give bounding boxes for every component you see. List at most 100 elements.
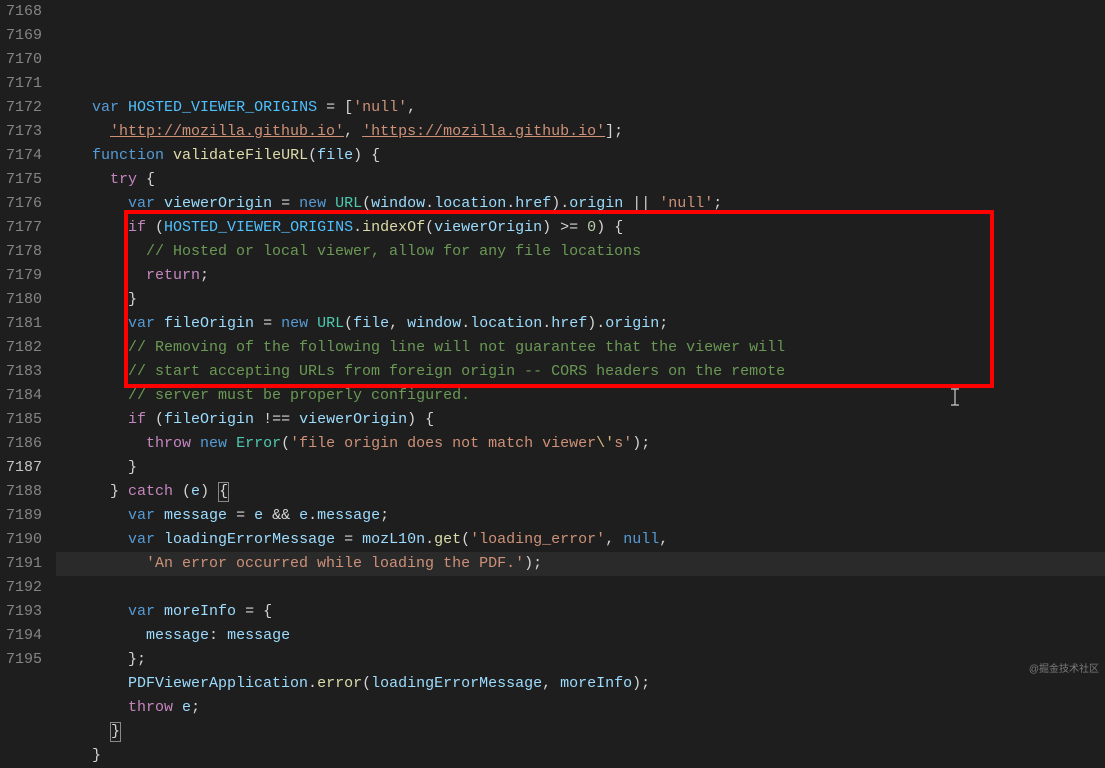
token (56, 723, 110, 740)
token: 'An error occurred while loading the PDF… (146, 555, 524, 572)
token: new (299, 195, 326, 212)
token: var (128, 603, 155, 620)
code-line[interactable]: var loadingErrorMessage = mozL10n.get('l… (56, 528, 1105, 552)
token: ( (344, 315, 353, 332)
line-number: 7183 (0, 360, 42, 384)
line-number: 7169 (0, 24, 42, 48)
line-number: 7174 (0, 144, 42, 168)
token: loadingErrorMessage (164, 531, 335, 548)
line-number: 7171 (0, 72, 42, 96)
token: !== (254, 411, 299, 428)
token: try (110, 171, 137, 188)
line-number: 7181 (0, 312, 42, 336)
code-line[interactable]: } (56, 456, 1105, 480)
code-line[interactable] (56, 576, 1105, 600)
token: ( (281, 435, 290, 452)
token: , (344, 123, 362, 140)
code-line[interactable]: } (56, 720, 1105, 744)
code-line[interactable]: } (56, 744, 1105, 768)
line-number: 7185 (0, 408, 42, 432)
token: ; (200, 267, 209, 284)
token (56, 267, 146, 284)
code-line[interactable]: var viewerOrigin = new URL(window.locati… (56, 192, 1105, 216)
token: = (254, 315, 281, 332)
token: ; (380, 507, 389, 524)
code-line[interactable]: }; (56, 648, 1105, 672)
token: ) { (596, 219, 623, 236)
code-line[interactable]: return; (56, 264, 1105, 288)
token: ). (587, 315, 605, 332)
token: . (308, 507, 317, 524)
token: window (407, 315, 461, 332)
token (56, 603, 128, 620)
token (56, 507, 128, 524)
token: && (263, 507, 299, 524)
code-line[interactable]: try { (56, 168, 1105, 192)
code-line[interactable]: // Removing of the following line will n… (56, 336, 1105, 360)
token: moreInfo (560, 675, 632, 692)
token: if (128, 411, 146, 428)
token: ( (308, 147, 317, 164)
code-line[interactable]: if (fileOrigin !== viewerOrigin) { (56, 408, 1105, 432)
token: , (389, 315, 407, 332)
code-line[interactable]: // start accepting URLs from foreign ori… (56, 360, 1105, 384)
token: fileOrigin (164, 315, 254, 332)
code-line[interactable]: PDFViewerApplication.error(loadingErrorM… (56, 672, 1105, 696)
code-line[interactable]: var moreInfo = { (56, 600, 1105, 624)
code-area[interactable]: var HOSTED_VIEWER_ORIGINS = ['null', 'ht… (56, 0, 1105, 686)
code-line[interactable]: var message = e && e.message; (56, 504, 1105, 528)
token: ) >= (542, 219, 587, 236)
code-line[interactable]: function validateFileURL(file) { (56, 144, 1105, 168)
token: . (461, 315, 470, 332)
token: location (434, 195, 506, 212)
line-number: 7186 (0, 432, 42, 456)
code-line[interactable]: throw new Error('file origin does not ma… (56, 432, 1105, 456)
code-editor[interactable]: 7168716971707171717271737174717571767177… (0, 0, 1105, 686)
token (56, 171, 110, 188)
token: ]; (605, 123, 623, 140)
token (56, 243, 146, 260)
token (218, 627, 227, 644)
code-line[interactable]: var fileOrigin = new URL(file, window.lo… (56, 312, 1105, 336)
token: \' (596, 435, 614, 452)
code-line[interactable]: message: message (56, 624, 1105, 648)
code-line[interactable]: } (56, 288, 1105, 312)
code-line[interactable]: // Hosted or local viewer, allow for any… (56, 240, 1105, 264)
token: 0 (587, 219, 596, 236)
token: 'null' (659, 195, 713, 212)
token (155, 507, 164, 524)
code-line[interactable]: if (HOSTED_VIEWER_ORIGINS.indexOf(viewer… (56, 216, 1105, 240)
token: window (371, 195, 425, 212)
token: } (56, 483, 128, 500)
token (173, 699, 182, 716)
line-number: 7177 (0, 216, 42, 240)
token: ( (146, 411, 164, 428)
token: throw (128, 699, 173, 716)
token (56, 363, 128, 380)
token: ) (200, 483, 218, 500)
token: // Removing of the following line will n… (128, 339, 785, 356)
token: indexOf (362, 219, 425, 236)
line-number: 7187 (0, 456, 42, 480)
code-line[interactable]: 'http://mozilla.github.io', 'https://moz… (56, 120, 1105, 144)
token: ); (524, 555, 542, 572)
token: var (128, 531, 155, 548)
code-line[interactable]: 'An error occurred while loading the PDF… (56, 552, 1105, 576)
token: if (128, 219, 146, 236)
code-line[interactable]: var HOSTED_VIEWER_ORIGINS = ['null', (56, 96, 1105, 120)
token (308, 315, 317, 332)
token: ) { (353, 147, 380, 164)
token (56, 555, 146, 572)
token (56, 123, 110, 140)
line-number: 7195 (0, 648, 42, 672)
code-line[interactable]: throw e; (56, 696, 1105, 720)
line-number: 7182 (0, 336, 42, 360)
token: get (434, 531, 461, 548)
token: moreInfo (164, 603, 236, 620)
token: ; (191, 699, 200, 716)
token: } (56, 291, 137, 308)
code-line[interactable]: } catch (e) { (56, 480, 1105, 504)
code-line[interactable]: // server must be properly configured. (56, 384, 1105, 408)
token: message (164, 507, 227, 524)
token: = { (236, 603, 272, 620)
